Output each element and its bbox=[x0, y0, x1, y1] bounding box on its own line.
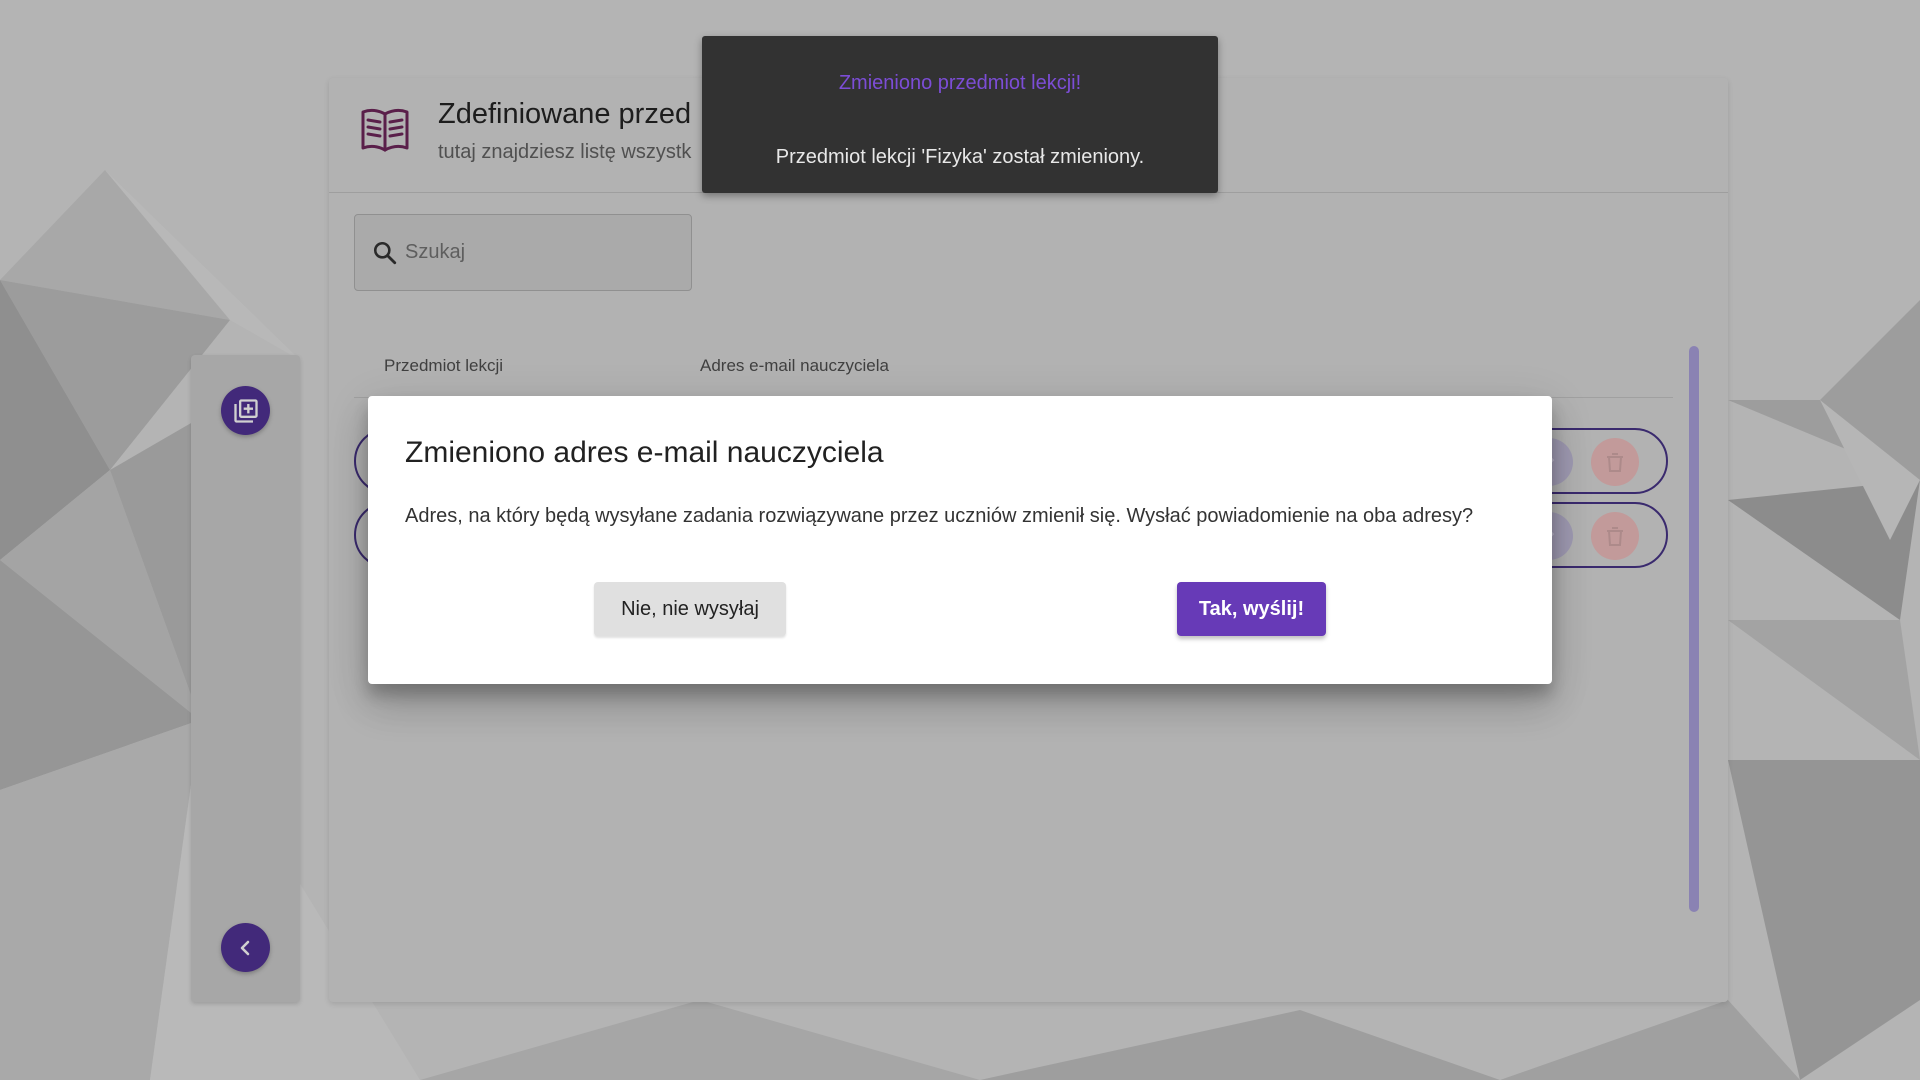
delete-button[interactable] bbox=[1591, 512, 1639, 560]
dialog-body: Adres, na który będą wysyłane zadania ro… bbox=[405, 505, 1474, 527]
toast-title: Zmieniono przedmiot lekcji! bbox=[838, 72, 1082, 94]
scrollbar[interactable] bbox=[1689, 346, 1699, 912]
sidebar bbox=[191, 355, 300, 1002]
column-header-teacher-email: Adres e-mail nauczyciela bbox=[700, 356, 889, 375]
toast-notification: Zmieniono przedmiot lekcji! Przedmiot le… bbox=[702, 36, 1218, 193]
chevron-left-icon bbox=[240, 940, 249, 955]
collapse-sidebar-button[interactable] bbox=[221, 923, 270, 972]
page-title: Zdefiniowane przed bbox=[438, 98, 692, 130]
book-icon bbox=[361, 108, 409, 152]
dialog-title: Zmieniono adres e-mail nauczyciela bbox=[405, 436, 884, 469]
column-header-subject: Przedmiot lekcji bbox=[384, 356, 504, 375]
trash-icon bbox=[1607, 527, 1623, 546]
page-subtitle: tutaj znajdziesz listę wszystk bbox=[438, 141, 692, 163]
table-header: Przedmiot lekcji Adres e-mail nauczyciel… bbox=[354, 346, 1673, 398]
search-placeholder: Szukaj bbox=[405, 241, 466, 263]
search-input[interactable]: Szukaj bbox=[354, 214, 692, 291]
toast-message: Przedmiot lekcji 'Fizyka' został zmienio… bbox=[775, 146, 1145, 168]
delete-button[interactable] bbox=[1591, 438, 1639, 486]
confirmation-dialog: Zmieniono adres e-mail nauczyciela Adres… bbox=[368, 396, 1552, 684]
add-subject-button[interactable] bbox=[221, 386, 270, 435]
cancel-button[interactable]: Nie, nie wysyłaj bbox=[594, 582, 786, 636]
search-icon bbox=[373, 241, 397, 265]
trash-icon bbox=[1607, 453, 1623, 472]
confirm-send-button[interactable]: Tak, wyślij! bbox=[1177, 582, 1326, 636]
library-add-icon bbox=[233, 398, 258, 423]
